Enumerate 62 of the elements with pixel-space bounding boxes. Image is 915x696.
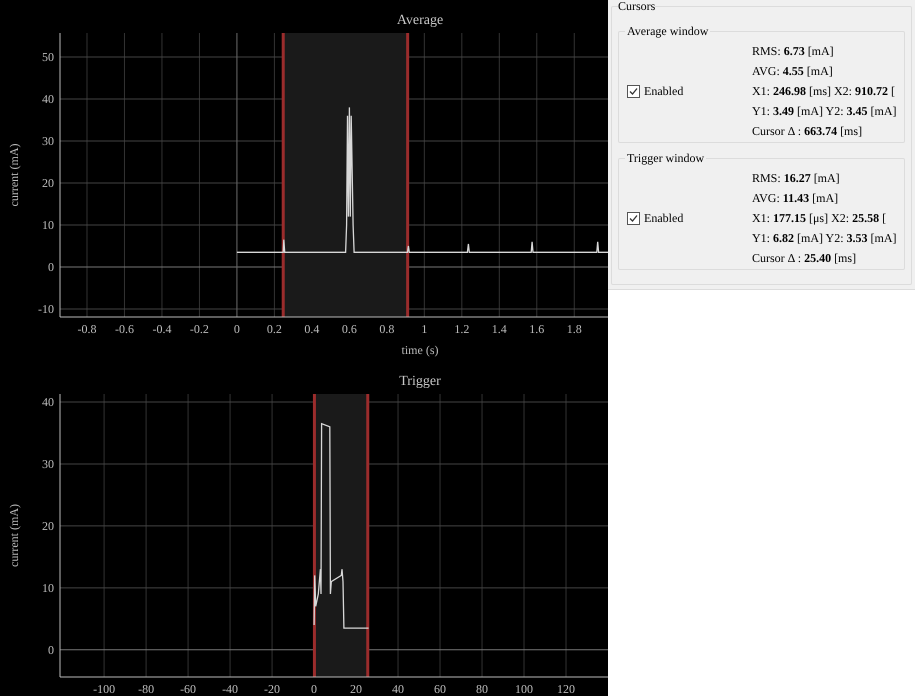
- x-tick-label: -40: [222, 682, 238, 696]
- x-tick-label: 20: [350, 682, 362, 696]
- y-tick-label: 30: [42, 134, 54, 148]
- cursor-reading: AVG: 4.55 [mA]: [752, 63, 834, 80]
- x-tick-label: 120: [557, 682, 575, 696]
- y-tick-label: 40: [42, 395, 54, 410]
- y-tick-label: 0: [48, 260, 54, 274]
- x-tick-label: 1.8: [566, 322, 582, 336]
- x-tick-label: -100: [93, 682, 116, 696]
- cursor-span[interactable]: [312, 394, 370, 677]
- x-tick-label: 0.6: [342, 322, 357, 336]
- y-tick-label: 0: [48, 642, 54, 657]
- check-icon: [628, 212, 639, 224]
- x-tick-label: 80: [476, 682, 488, 696]
- y-tick-label: 30: [42, 456, 54, 471]
- x-tick-label: 40: [392, 682, 404, 696]
- cursor-reading: Cursor Δ : 25.40 [ms]: [752, 250, 858, 267]
- chart-title: Trigger: [399, 374, 441, 389]
- x-tick-label: 60: [434, 682, 446, 696]
- cursor-reading: Y1: 6.82 [mA] Y2: 3.53 [mA]: [752, 230, 897, 247]
- enabled-checkbox[interactable]: Enabled: [619, 82, 752, 100]
- x-tick-label: -60: [180, 682, 196, 696]
- y-tick-label: 10: [42, 218, 54, 232]
- y-tick-label: 20: [42, 518, 54, 533]
- y-tick-label: 10: [42, 580, 54, 595]
- cursor-reading: AVG: 11.43 [mA]: [752, 190, 840, 207]
- cursor-reading: X1: 177.15 [μs] X2: 25.58 [: [752, 210, 888, 227]
- x-tick-label: 0.8: [379, 322, 394, 336]
- y-tick-label: 40: [42, 92, 54, 106]
- y-tick-label: -10: [38, 302, 54, 316]
- check-icon: [628, 86, 639, 96]
- group-title: Cursors: [618, 0, 656, 12]
- cursor-reading: X1: 246.98 [ms] X2: 910.72 [: [752, 83, 896, 100]
- chart-title: Average: [396, 13, 444, 28]
- cursor-reading: Cursor Δ : 663.74 [ms]: [752, 123, 864, 140]
- group-title: Average window: [626, 23, 710, 40]
- x-axis-label: time (s): [402, 343, 438, 357]
- y-tick-label: 20: [42, 176, 54, 190]
- x-tick-label: 0.2: [266, 322, 282, 336]
- x-tick-label: 0: [234, 322, 240, 336]
- x-tick-label: -0.4: [152, 322, 172, 336]
- enabled-checkbox[interactable]: Enabled: [619, 209, 752, 227]
- cursor-reading: RMS: 16.27 [mA]: [752, 170, 841, 187]
- cursor-reading: RMS: 6.73 [mA]: [752, 43, 835, 60]
- x-tick-label: 1.2: [454, 322, 470, 336]
- cursor-span[interactable]: [282, 33, 410, 317]
- x-tick-label: 100: [515, 682, 534, 696]
- x-tick-label: 1: [421, 322, 428, 336]
- x-tick-label: -0.2: [190, 322, 209, 336]
- x-tick-label: -20: [264, 682, 280, 696]
- y-tick-label: 50: [42, 50, 54, 64]
- y-axis-label: current (mA): [7, 144, 21, 206]
- y-axis-label: current (mA): [7, 504, 21, 567]
- group-title: Trigger window: [626, 150, 706, 167]
- x-tick-label: 0.4: [304, 322, 320, 336]
- x-tick-label: 1.6: [529, 322, 544, 336]
- cursor-reading: Y1: 3.49 [mA] Y2: 3.45 [mA]: [752, 103, 897, 120]
- x-tick-label: 1.4: [492, 322, 507, 336]
- x-tick-label: -80: [138, 682, 154, 696]
- x-tick-label: -0.8: [78, 322, 96, 336]
- x-tick-label: -0.6: [114, 322, 134, 336]
- x-tick-label: 0: [311, 682, 318, 696]
